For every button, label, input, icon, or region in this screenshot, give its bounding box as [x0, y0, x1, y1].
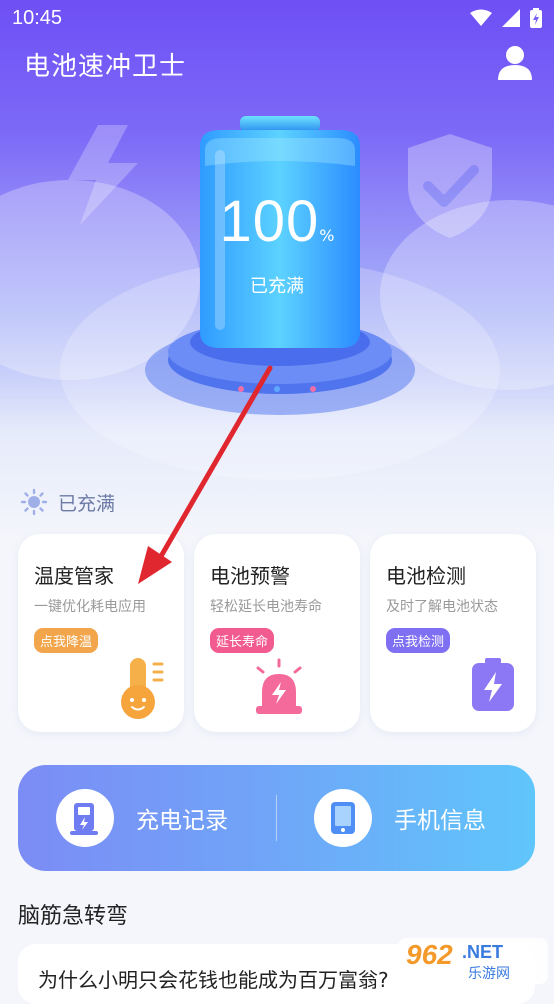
battery-percentage: 100% [0, 188, 554, 255]
battery-check-icon [472, 658, 514, 711]
feature-cards: 温度管家 一键优化耗电应用 点我降温 电池预警 轻松延长电池寿命 延长寿命 电池… [18, 534, 536, 732]
indicator-dot [274, 386, 280, 392]
page-indicator [238, 386, 316, 392]
svg-text:乐游网: 乐游网 [468, 966, 510, 982]
battery-percent-unit: % [319, 226, 335, 245]
card-title: 电池检测 [386, 564, 466, 588]
card-title: 温度管家 [34, 564, 114, 588]
indicator-dot [238, 386, 244, 392]
divider [276, 795, 277, 841]
card-temperature-manager[interactable]: 温度管家 一键优化耗电应用 点我降温 [18, 534, 184, 732]
status-time: 10:45 [12, 7, 63, 29]
cool-down-button[interactable]: 点我降温 [34, 628, 99, 653]
extend-life-button[interactable]: 延长寿命 [210, 628, 275, 653]
alarm-icon [256, 658, 302, 714]
status-icons [470, 8, 542, 28]
battery-status-icon [530, 8, 542, 28]
charge-status-text: 已充满 [58, 492, 116, 515]
sun-icon [20, 488, 48, 516]
phone-info-button[interactable]: 手机信息 [314, 789, 486, 847]
phone-icon [314, 789, 372, 847]
phone-info-label: 手机信息 [394, 808, 486, 834]
charging-station-icon [56, 789, 114, 847]
card-title: 电池预警 [210, 564, 290, 588]
card-subtitle: 及时了解电池状态 [386, 599, 498, 615]
charge-record-button[interactable]: 充电记录 [56, 789, 228, 847]
quick-actions-bar: 充电记录 手机信息 [18, 765, 535, 871]
battery-percent-value: 100 [219, 189, 320, 254]
svg-text:962: 962 [406, 939, 453, 970]
status-bar: 10:45 [0, 0, 554, 38]
card-subtitle: 一键优化耗电应用 [34, 599, 146, 615]
indicator-dot [310, 386, 316, 392]
card-battery-check[interactable]: 电池检测 及时了解电池状态 点我检测 [370, 534, 536, 732]
signal-icon [502, 9, 520, 27]
app-title: 电池速冲卫士 [24, 52, 187, 82]
watermark-logo: 962 .NET 乐游网 [398, 938, 548, 984]
svg-text:.NET: .NET [462, 942, 503, 962]
charge-record-label: 充电记录 [136, 808, 228, 834]
riddle-question: 为什么小明只会花钱也能成为百万富翁? [38, 968, 389, 992]
card-battery-warning[interactable]: 电池预警 轻松延长电池寿命 延长寿命 [194, 534, 360, 732]
riddle-section-title: 脑筋急转弯 [18, 904, 129, 929]
check-battery-button[interactable]: 点我检测 [386, 628, 451, 653]
battery-state-label: 已充满 [250, 276, 304, 297]
thermometer-icon [121, 658, 164, 719]
card-subtitle: 轻松延长电池寿命 [210, 599, 322, 615]
wifi-icon [470, 9, 492, 26]
user-profile-icon[interactable] [496, 44, 534, 82]
charge-status-row: 已充满 [20, 488, 115, 516]
